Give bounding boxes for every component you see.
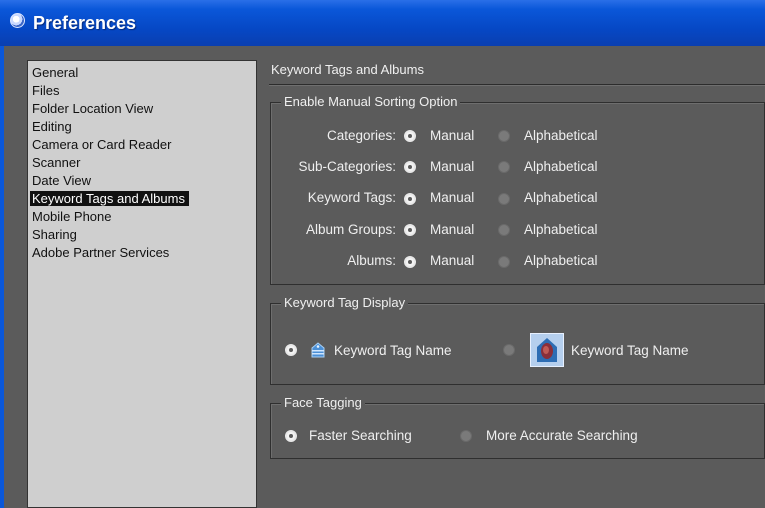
sidebar-item-label: Sharing	[32, 227, 77, 242]
tag-display-option1-label: Keyword Tag Name	[334, 343, 452, 358]
sidebar-item-label: Editing	[32, 119, 72, 134]
keyword-tags-alphabetical-radio[interactable]	[498, 193, 510, 205]
sidebar-item-label: Mobile Phone	[32, 209, 112, 224]
categories-alphabetical-label: Alphabetical	[524, 128, 598, 143]
keyword-tags-alphabetical-label: Alphabetical	[524, 190, 598, 205]
tag-display-option2-label: Keyword Tag Name	[571, 343, 689, 358]
camera-icon	[10, 13, 25, 28]
sort-row-sub-categories: Sub-Categories:	[270, 157, 396, 177]
sidebar-item-label: Adobe Partner Services	[32, 245, 170, 260]
more-accurate-searching-radio[interactable]	[460, 430, 472, 442]
albums-alphabetical-radio[interactable]	[498, 256, 510, 268]
sidebar-item-editing[interactable]: Editing	[28, 118, 256, 136]
sidebar-item-label: General	[32, 65, 79, 80]
sort-row-label: Categories:	[326, 128, 396, 143]
album-groups-manual-radio[interactable]	[404, 224, 416, 236]
tag-display-small-icon-radio[interactable]	[285, 344, 297, 356]
album-groups-alphabetical-radio[interactable]	[498, 224, 510, 236]
sort-row-label: Sub-Categories:	[298, 159, 396, 174]
sort-row-label: Albums:	[347, 253, 396, 268]
sort-row-label: Album Groups:	[305, 222, 396, 237]
categories-alphabetical-radio[interactable]	[498, 130, 510, 142]
sidebar-item-label: Camera or Card Reader	[32, 137, 172, 152]
albums-manual-label: Manual	[430, 253, 475, 268]
keyword-tags-manual-label: Manual	[430, 190, 475, 205]
sidebar-item-keyword-tags-and-albums[interactable]: Keyword Tags and Albums	[28, 190, 256, 208]
sidebar-item-mobile-phone[interactable]: Mobile Phone	[28, 208, 256, 226]
albums-manual-radio[interactable]	[404, 256, 416, 268]
keyword-tags-manual-radio[interactable]	[404, 193, 416, 205]
sidebar-item-label: Files	[32, 83, 60, 98]
manual-sorting-legend: Enable Manual Sorting Option	[281, 94, 461, 109]
sub-categories-alphabetical-label: Alphabetical	[524, 159, 598, 174]
faster-searching-radio[interactable]	[285, 430, 297, 442]
keyword-tag-display-legend: Keyword Tag Display	[281, 295, 409, 310]
sidebar-item-folder-location-view[interactable]: Folder Location View	[28, 100, 256, 118]
face-tagging-legend: Face Tagging	[281, 395, 365, 410]
window-title: Preferences	[33, 13, 137, 33]
tag-display-face-icon-radio[interactable]	[503, 344, 515, 356]
sidebar-item-label: Folder Location View	[32, 101, 154, 116]
categories-manual-label: Manual	[430, 128, 475, 143]
title-divider	[269, 84, 765, 86]
albums-alphabetical-label: Alphabetical	[524, 253, 598, 268]
album-groups-alphabetical-label: Alphabetical	[524, 222, 598, 237]
sort-row-categories: Categories:	[270, 126, 396, 146]
sub-categories-alphabetical-radio[interactable]	[498, 161, 510, 173]
sidebar-item-camera-or-card-reader[interactable]: Camera or Card Reader	[28, 136, 256, 154]
sidebar-item-label: Date View	[32, 173, 92, 188]
album-groups-manual-label: Manual	[430, 222, 475, 237]
title-bar: Preferences	[0, 0, 765, 46]
sidebar-item-sharing[interactable]: Sharing	[28, 226, 256, 244]
sidebar-item-scanner[interactable]: Scanner	[28, 154, 256, 172]
sort-row-album-groups: Album Groups:	[270, 220, 396, 240]
sort-row-label: Keyword Tags:	[307, 190, 396, 205]
sidebar-item-adobe-partner-services[interactable]: Adobe Partner Services	[28, 244, 256, 262]
faster-searching-label: Faster Searching	[309, 428, 412, 443]
sidebar-item-files[interactable]: Files	[28, 82, 256, 100]
tag-icon	[308, 340, 328, 360]
categories-manual-radio[interactable]	[404, 130, 416, 142]
sidebar-item-label: Scanner	[32, 155, 81, 170]
sort-row-albums: Albums:	[270, 251, 396, 271]
sidebar-item-date-view[interactable]: Date View	[28, 172, 256, 190]
sidebar-item-general[interactable]: General	[28, 64, 256, 82]
sub-categories-manual-radio[interactable]	[404, 161, 416, 173]
more-accurate-searching-label: More Accurate Searching	[486, 428, 638, 443]
page-title: Keyword Tags and Albums	[271, 62, 424, 77]
preferences-sidebar: General Files Folder Location View Editi…	[27, 60, 257, 508]
sub-categories-manual-label: Manual	[430, 159, 475, 174]
face-thumbnail-icon	[530, 333, 564, 367]
sort-row-keyword-tags: Keyword Tags:	[270, 188, 396, 208]
sidebar-item-label: Keyword Tags and Albums	[30, 191, 189, 206]
